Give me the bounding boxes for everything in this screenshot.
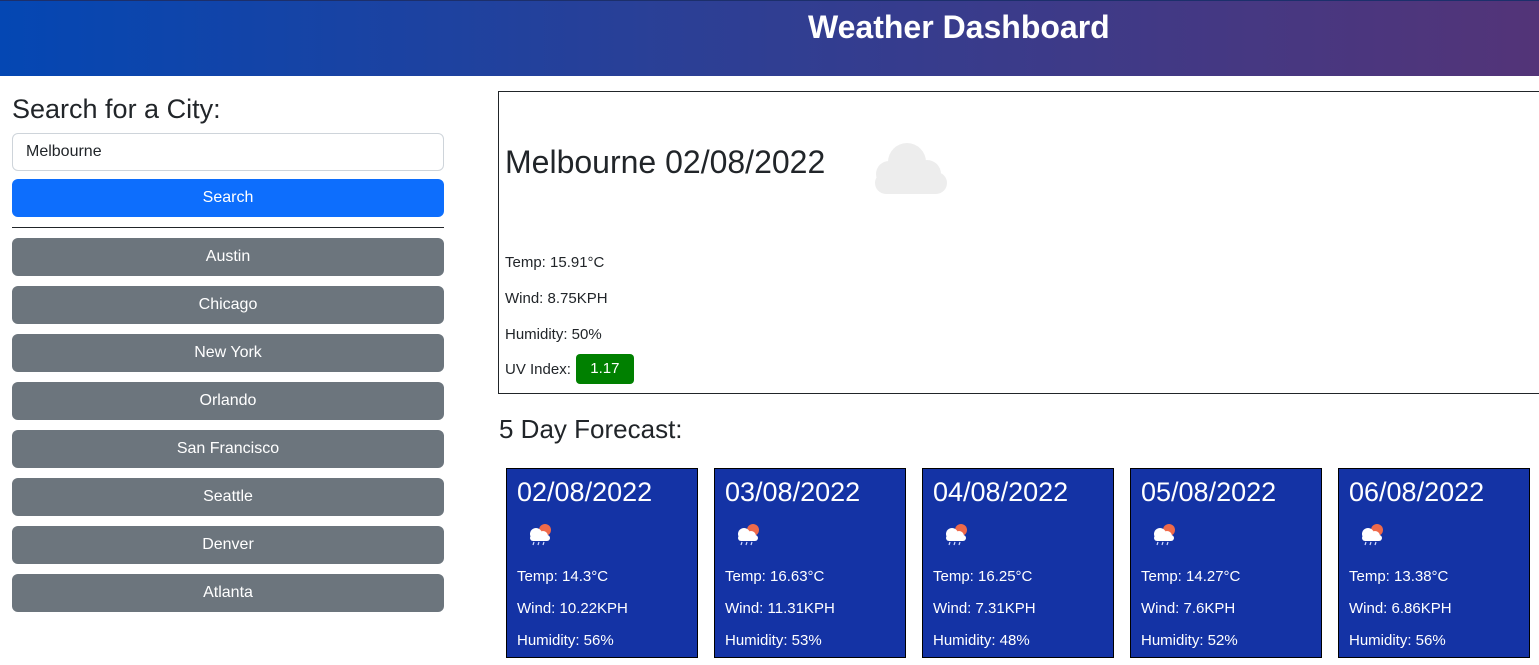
current-temp: Temp: 15.91°C bbox=[505, 254, 605, 271]
forecast-humidity: Humidity: 53% bbox=[725, 632, 822, 649]
forecast-date: 02/08/2022 bbox=[517, 477, 653, 507]
cloud-rain-sun-icon bbox=[530, 524, 551, 546]
forecast-date: 04/08/2022 bbox=[933, 477, 1069, 507]
forecast-card: 03/08/2022 Temp: 16.63°C Wind: 11.31KPH … bbox=[714, 468, 906, 658]
current-humidity: Humidity: 50% bbox=[505, 326, 602, 343]
uv-index-badge: 1.17 bbox=[575, 354, 634, 384]
cloud-rain-sun-icon bbox=[946, 524, 967, 546]
history-city-orlando[interactable]: Orlando bbox=[12, 382, 444, 420]
forecast-temp: Temp: 16.63°C bbox=[725, 568, 825, 585]
search-history-list: Austin Chicago New York Orlando San Fran… bbox=[12, 238, 444, 612]
forecast-humidity: Humidity: 56% bbox=[517, 632, 614, 649]
history-city-atlanta[interactable]: Atlanta bbox=[12, 574, 444, 612]
forecast-wind: Wind: 10.22KPH bbox=[517, 600, 628, 617]
history-city-new-york[interactable]: New York bbox=[12, 334, 444, 372]
search-heading: Search for a City: bbox=[12, 94, 221, 124]
forecast-wind: Wind: 7.6KPH bbox=[1141, 600, 1236, 617]
uv-label: UV Index: bbox=[505, 360, 571, 378]
search-sidebar: Search for a City: Search Austin Chicago… bbox=[12, 92, 444, 622]
cloud-icon bbox=[875, 143, 947, 194]
forecast-humidity: Humidity: 56% bbox=[1349, 632, 1446, 649]
history-city-denver[interactable]: Denver bbox=[12, 526, 444, 564]
history-city-austin[interactable]: Austin bbox=[12, 238, 444, 276]
city-search-input[interactable] bbox=[12, 133, 444, 171]
search-button[interactable]: Search bbox=[12, 179, 444, 217]
history-city-seattle[interactable]: Seattle bbox=[12, 478, 444, 516]
forecast-temp: Temp: 14.3°C bbox=[517, 568, 609, 585]
app-header: Weather Dashboard bbox=[0, 0, 1539, 76]
forecast-card: 02/08/2022 Temp: 14.3°C Wind: 10.22KPH H… bbox=[506, 468, 698, 658]
app-title: Weather Dashboard bbox=[808, 9, 1110, 45]
cloud-rain-sun-icon bbox=[1362, 524, 1383, 546]
forecast-card: 05/08/2022 Temp: 14.27°C Wind: 7.6KPH Hu… bbox=[1130, 468, 1322, 658]
current-city-title: Melbourne 02/08/2022 bbox=[505, 144, 826, 180]
forecast-date: 03/08/2022 bbox=[725, 477, 861, 507]
current-uv: UV Index: 1.17 bbox=[505, 354, 634, 384]
sidebar-divider bbox=[12, 227, 444, 228]
current-weather-panel: Melbourne 02/08/2022 Temp: 15.91°C Wind:… bbox=[498, 91, 1539, 394]
forecast-card: 06/08/2022 Temp: 13.38°C Wind: 6.86KPH H… bbox=[1338, 468, 1530, 658]
forecast-wind: Wind: 11.31KPH bbox=[725, 600, 835, 617]
cloud-rain-sun-icon bbox=[1154, 524, 1175, 546]
history-city-san-francisco[interactable]: San Francisco bbox=[12, 430, 444, 468]
forecast-wind: Wind: 6.86KPH bbox=[1349, 600, 1452, 617]
forecast-humidity: Humidity: 48% bbox=[933, 632, 1030, 649]
forecast-heading: 5 Day Forecast: bbox=[499, 414, 683, 444]
forecast-wind: Wind: 7.31KPH bbox=[933, 600, 1036, 617]
forecast-temp: Temp: 14.27°C bbox=[1141, 568, 1241, 585]
forecast-date: 05/08/2022 bbox=[1141, 477, 1277, 507]
cloud-rain-sun-icon bbox=[738, 524, 759, 546]
forecast-temp: Temp: 16.25°C bbox=[933, 568, 1033, 585]
forecast-temp: Temp: 13.38°C bbox=[1349, 568, 1449, 585]
forecast-card: 04/08/2022 Temp: 16.25°C Wind: 7.31KPH H… bbox=[922, 468, 1114, 658]
forecast-date: 06/08/2022 bbox=[1349, 477, 1485, 507]
current-wind: Wind: 8.75KPH bbox=[505, 290, 608, 307]
forecast-humidity: Humidity: 52% bbox=[1141, 632, 1238, 649]
history-city-chicago[interactable]: Chicago bbox=[12, 286, 444, 324]
